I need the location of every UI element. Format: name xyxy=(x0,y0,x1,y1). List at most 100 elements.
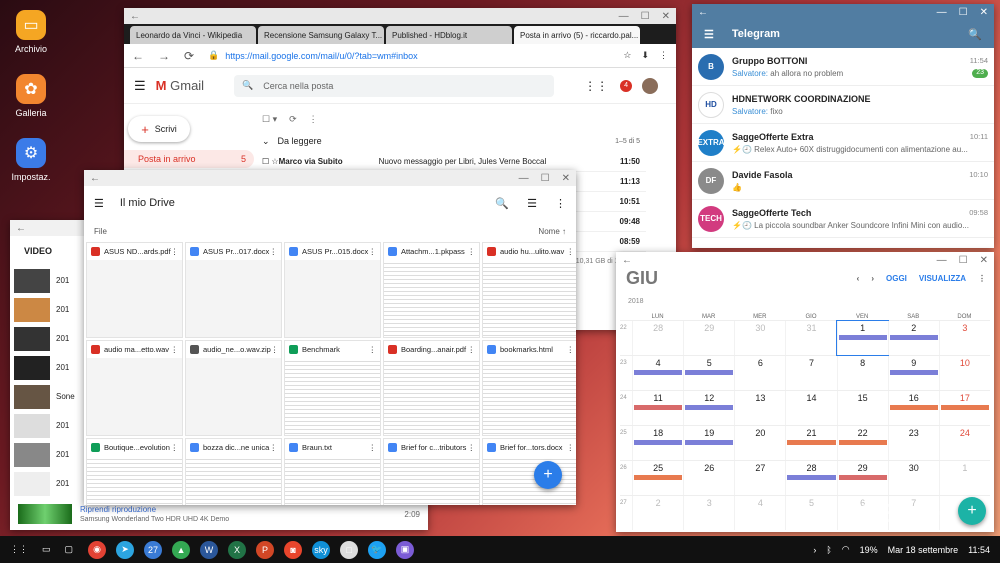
more-icon[interactable]: ⋮ xyxy=(978,274,986,283)
recents-icon[interactable]: ▭ xyxy=(42,544,51,555)
close-icon[interactable]: ✕ xyxy=(662,11,670,22)
download-icon[interactable]: ⬇ xyxy=(641,50,649,61)
calendar-event[interactable] xyxy=(889,335,938,340)
file-card[interactable]: Boarding...anair.pdf ⋮ xyxy=(383,340,480,436)
calendar-day[interactable]: 26 xyxy=(683,461,734,495)
chat-item[interactable]: DF Davide Fasola 10:10 👍 xyxy=(692,162,994,200)
calendar-event[interactable] xyxy=(634,440,683,445)
chat-item[interactable]: TECH SaggeOfferte Tech 09:58 ⚡🕘 La piccola… xyxy=(692,200,994,238)
more-icon[interactable]: ⋮ xyxy=(567,345,575,354)
more-icon[interactable]: ⋮ xyxy=(468,443,476,452)
select-checkbox[interactable]: ☐ ▾ xyxy=(262,114,277,125)
chevron-right-icon[interactable]: › xyxy=(871,274,874,283)
apps-icon[interactable]: ⋮⋮ xyxy=(584,79,608,93)
compose-button[interactable]: + Scrivi xyxy=(128,116,190,142)
more-icon[interactable]: ⋮ xyxy=(171,247,179,256)
file-card[interactable]: Attachm...1.pkpass ⋮ xyxy=(383,242,480,338)
calendar-event[interactable] xyxy=(787,475,836,480)
more-icon[interactable]: ⋮ xyxy=(309,114,318,125)
calendar-day[interactable]: 12 xyxy=(683,391,734,425)
minimize-icon[interactable]: — xyxy=(937,7,947,18)
calendar-day[interactable]: 11 xyxy=(632,391,683,425)
calendar-day[interactable]: 4 xyxy=(734,496,785,530)
hamburger-icon[interactable]: ☰ xyxy=(704,28,714,41)
close-icon[interactable]: ✕ xyxy=(562,173,570,184)
taskbar-app-icon[interactable]: ▲ xyxy=(172,540,191,559)
calendar-day[interactable]: 1 xyxy=(835,320,889,356)
taskbar-app-icon[interactable]: □ xyxy=(340,540,359,559)
url-field[interactable]: https://mail.google.com/mail/u/0/?tab=wm… xyxy=(225,51,623,61)
calendar-day[interactable]: 27 xyxy=(734,461,785,495)
forward-icon[interactable]: → xyxy=(158,49,170,63)
calendar-day[interactable]: 5 xyxy=(683,356,734,390)
desktop-icon[interactable]: ⚙ Impostaz. xyxy=(8,138,54,182)
calendar-day[interactable]: 8 xyxy=(836,356,888,390)
file-card[interactable]: bookmarks.html ⋮ xyxy=(482,340,576,436)
calendar-day[interactable]: 13 xyxy=(734,391,785,425)
back-arrow-icon[interactable]: ← xyxy=(698,7,708,18)
maximize-icon[interactable]: ☐ xyxy=(541,173,550,184)
taskbar-app-icon[interactable]: 27 xyxy=(144,540,163,559)
calendar-day[interactable]: 28 xyxy=(632,321,683,355)
calendar-day[interactable]: 30 xyxy=(887,461,939,495)
more-icon[interactable]: ⋮ xyxy=(567,247,575,256)
gmail-logo[interactable]: M Gmail xyxy=(156,78,204,93)
search-icon[interactable]: 🔍 xyxy=(495,197,509,210)
maximize-icon[interactable]: ☐ xyxy=(641,11,650,22)
calendar-day[interactable]: 23 xyxy=(887,426,939,460)
more-icon[interactable]: ⋮ xyxy=(369,443,377,452)
chat-item[interactable]: EXTRA SaggeOfferte Extra 10:11 ⚡🕘 Relex Au… xyxy=(692,124,994,162)
home-icon[interactable]: ▢ xyxy=(65,544,74,555)
chat-item[interactable]: B Gruppo BOTTONI 11:54 Salvatore: ah allora… xyxy=(692,48,994,86)
resume-playback-bar[interactable]: Riprendi riproduzione Samsung Wonderland… xyxy=(18,502,420,526)
taskbar-app-icon[interactable]: ➤ xyxy=(116,540,135,559)
calendar-add-fab[interactable]: + xyxy=(958,497,986,525)
calendar-event[interactable] xyxy=(685,405,734,410)
hamburger-icon[interactable]: ☰ xyxy=(94,197,104,210)
chrome-titlebar[interactable]: ← — ☐ ✕ xyxy=(124,8,676,24)
more-icon[interactable]: ⋮ xyxy=(270,247,278,256)
minimize-icon[interactable]: — xyxy=(619,11,629,22)
calendar-event[interactable] xyxy=(889,370,938,375)
file-card[interactable]: audio hu...ulito.wav ⋮ xyxy=(482,242,576,338)
drive-titlebar[interactable]: ← — ☐ ✕ xyxy=(84,170,576,186)
search-icon[interactable]: 🔍 xyxy=(968,28,982,41)
calendar-day[interactable]: 6 xyxy=(734,356,785,390)
more-icon[interactable]: ⋮ xyxy=(369,345,377,354)
calendar-event[interactable] xyxy=(685,440,734,445)
calendar-day[interactable]: 31 xyxy=(785,321,836,355)
calendar-day[interactable]: 15 xyxy=(836,391,888,425)
taskbar-app-icon[interactable]: W xyxy=(200,540,219,559)
maximize-icon[interactable]: ☐ xyxy=(959,255,968,266)
desktop-icon[interactable]: ▭ Archivio xyxy=(8,10,54,54)
file-card[interactable]: Benchmark ⋮ xyxy=(284,340,381,436)
calendar-day[interactable]: 14 xyxy=(785,391,836,425)
calendar-day[interactable]: 4 xyxy=(632,356,683,390)
taskbar-app-icon[interactable]: ◙ xyxy=(284,540,303,559)
chevron-left-icon[interactable]: ‹ xyxy=(857,274,860,283)
chat-item[interactable]: HD HDNETWORK COORDINAZIONE Salvatore: fixo xyxy=(692,86,994,124)
browser-tab[interactable]: Recensione Samsung Galaxy T... xyxy=(258,26,384,44)
sort-button[interactable]: Nome ↑ xyxy=(538,227,566,236)
calendar-event[interactable] xyxy=(889,405,938,410)
sidebar-item-inbox[interactable]: Posta in arrivo 5 xyxy=(124,150,254,168)
calendar-day[interactable]: 24 xyxy=(938,426,990,460)
calendar-titlebar[interactable]: ← — ☐ ✕ xyxy=(616,252,994,268)
taskbar-app-icon[interactable]: P xyxy=(256,540,275,559)
desktop-icon[interactable]: ✿ Galleria xyxy=(8,74,54,118)
calendar-day[interactable]: 17 xyxy=(938,391,990,425)
file-card[interactable]: Brief for c...tributors ⋮ xyxy=(383,438,480,505)
calendar-day[interactable]: 7 xyxy=(785,356,836,390)
file-card[interactable]: Braun.txt ⋮ xyxy=(284,438,381,505)
section-header[interactable]: ⌄ Da leggere 1–5 di 5 xyxy=(256,130,646,152)
taskbar-app-icon[interactable]: ◉ xyxy=(88,540,107,559)
today-button[interactable]: OGGI xyxy=(886,274,907,283)
calendar-day[interactable]: 22 xyxy=(836,426,888,460)
calendar-event[interactable] xyxy=(685,370,734,375)
file-card[interactable]: bozza dic...ne unica ⋮ xyxy=(185,438,282,505)
row-checkbox[interactable]: ☐ ☆ xyxy=(262,157,279,166)
calendar-day[interactable]: 29 xyxy=(836,461,888,495)
taskbar-app-icon[interactable]: ▣ xyxy=(396,540,415,559)
list-view-icon[interactable]: ☰ xyxy=(527,197,537,210)
calendar-day[interactable]: 21 xyxy=(785,426,836,460)
